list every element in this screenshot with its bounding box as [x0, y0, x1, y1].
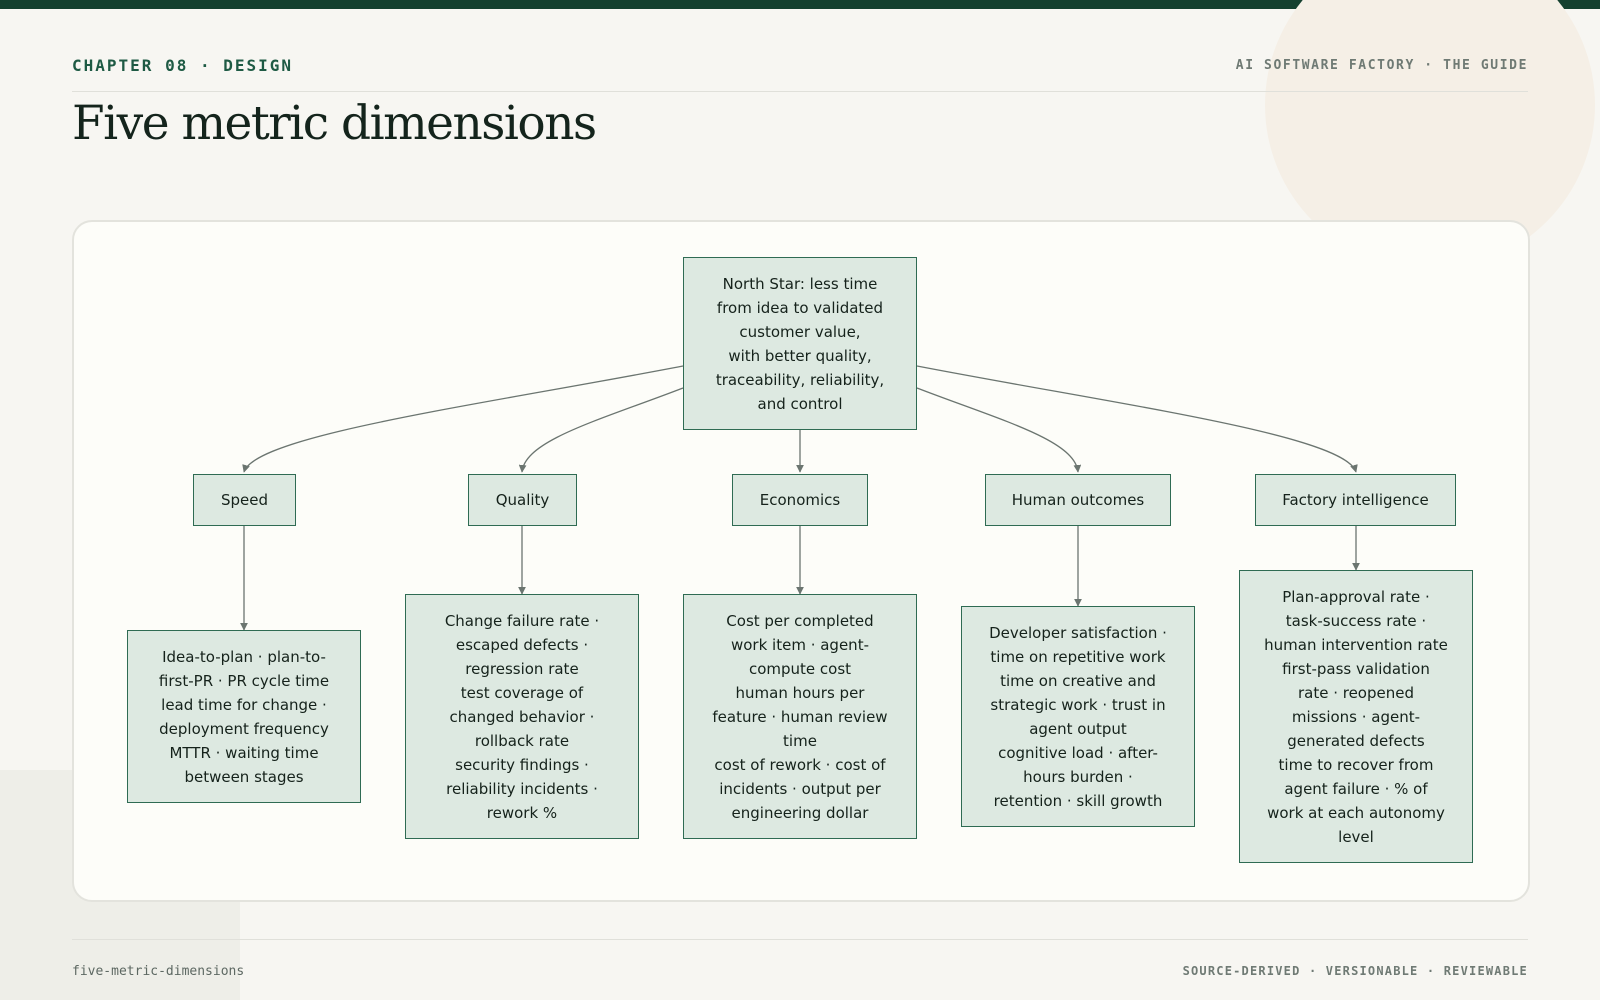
- detail-node-quality: Change failure rate · escaped defects · …: [405, 594, 639, 839]
- footer-slug: five-metric-dimensions: [72, 964, 245, 979]
- edge-root-factory: [916, 365, 1358, 473]
- detail-node-economics: Cost per completed work item · agent- co…: [683, 594, 917, 839]
- detail-node-factory-intelligence: Plan-approval rate · task-success rate ·…: [1239, 570, 1473, 863]
- dimension-node-human-outcomes: Human outcomes: [985, 474, 1171, 526]
- edge-root-speed: [242, 365, 684, 473]
- footer-divider: [72, 939, 1528, 940]
- dimension-node-speed: Speed: [193, 474, 296, 526]
- edge-root-quality: [518, 387, 684, 473]
- detail-node-speed: Idea-to-plan · plan-to- first-PR · PR cy…: [127, 630, 361, 803]
- footer-tags: SOURCE-DERIVED · VERSIONABLE · REVIEWABL…: [1182, 964, 1528, 978]
- dimension-node-quality: Quality: [468, 474, 577, 526]
- dimension-node-factory-intelligence: Factory intelligence: [1255, 474, 1456, 526]
- dimension-node-economics: Economics: [732, 474, 868, 526]
- north-star-node: North Star: less time from idea to valid…: [683, 257, 917, 430]
- edge-root-human: [916, 387, 1082, 473]
- detail-node-human-outcomes: Developer satisfaction · time on repetit…: [961, 606, 1195, 827]
